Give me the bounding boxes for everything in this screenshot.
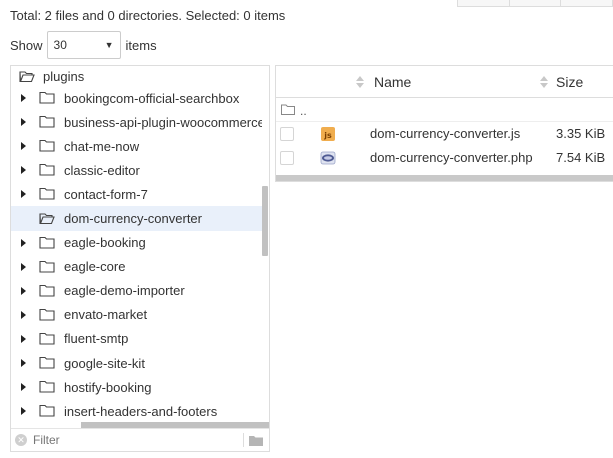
tree-item[interactable]: fluent-smtp: [11, 327, 262, 351]
tree-item-label: chat-me-now: [64, 138, 140, 154]
expand-arrow-icon[interactable]: [21, 94, 26, 103]
row-checkbox[interactable]: [280, 151, 294, 165]
file-name[interactable]: dom-currency-converter.php: [370, 150, 533, 165]
expand-arrow-icon[interactable]: [21, 407, 26, 416]
filter-input[interactable]: [33, 430, 243, 450]
tree-item-label: fluent-smtp: [64, 331, 129, 347]
folder-open-icon: [39, 212, 55, 224]
tree-item[interactable]: eagle-core: [11, 255, 262, 279]
chevron-down-icon: ▼: [104, 40, 114, 50]
tree-filter-bar: ✕: [11, 428, 269, 451]
tree-item[interactable]: business-api-plugin-woocommerce: [11, 110, 262, 134]
tree-item-label: eagle-core: [64, 259, 126, 275]
tree-item-label: contact-form-7: [64, 186, 148, 202]
tree-item[interactable]: envato-market: [11, 303, 262, 327]
tree-item[interactable]: classic-editor: [11, 158, 262, 182]
parent-directory-row[interactable]: ..: [276, 98, 613, 122]
php-file-icon: [320, 151, 336, 165]
folder-icon: [39, 116, 55, 128]
sort-icon[interactable]: [356, 75, 364, 89]
sort-icon[interactable]: [540, 75, 548, 89]
expand-arrow-icon[interactable]: [21, 118, 26, 127]
expand-arrow-icon[interactable]: [21, 359, 26, 368]
tree-vertical-scrollbar[interactable]: [262, 186, 268, 256]
tree-item-label: google-site-kit: [64, 355, 145, 371]
file-name[interactable]: dom-currency-converter.js: [370, 126, 520, 141]
tree-item-label: eagle-demo-importer: [64, 283, 185, 299]
file-list-header: Name Size: [276, 66, 613, 98]
folder-icon: [39, 188, 55, 200]
expand-arrow-icon[interactable]: [21, 238, 26, 247]
folder-icon: [39, 405, 55, 417]
expand-arrow-icon[interactable]: [21, 383, 26, 392]
folder-open-icon: [19, 70, 35, 82]
expand-arrow-icon[interactable]: [21, 334, 26, 343]
tree-item[interactable]: contact-form-7: [11, 182, 262, 206]
column-header-size[interactable]: Size: [556, 74, 583, 90]
paging-control: Show 30 ▼ items: [10, 31, 157, 59]
file-rows: js dom-currency-converter.js 3.35 KiB dom-c…: [276, 122, 613, 170]
top-tabs-strip: [457, 0, 613, 7]
row-checkbox[interactable]: [280, 127, 294, 141]
folder-icon: [39, 308, 55, 321]
tree-item[interactable]: google-site-kit: [11, 351, 262, 375]
folder-icon: [39, 357, 55, 369]
per-page-select[interactable]: 30 ▼: [46, 31, 121, 59]
tree-items: bookingcom-official-searchbox business-ap…: [11, 86, 262, 423]
tree-item[interactable]: bookingcom-official-searchbox: [11, 86, 262, 110]
js-file-icon: js: [321, 127, 335, 141]
folder-icon: [39, 381, 55, 393]
tree-item-label: eagle-booking: [64, 235, 146, 251]
folder-icon[interactable]: [249, 435, 263, 446]
expand-arrow-icon[interactable]: [21, 310, 26, 319]
filter-divider: [243, 433, 244, 447]
file-list-horizontal-scrollbar[interactable]: [276, 175, 613, 181]
folder-icon: [39, 260, 55, 273]
tree-item[interactable]: chat-me-now: [11, 134, 262, 158]
file-row[interactable]: js dom-currency-converter.js 3.35 KiB: [276, 122, 613, 146]
clear-filter-icon[interactable]: ✕: [15, 434, 27, 446]
tree-item-label: envato-market: [64, 307, 148, 323]
tree-item[interactable]: eagle-booking: [11, 231, 262, 255]
parent-directory-label: ..: [300, 104, 307, 118]
column-header-name[interactable]: Name: [374, 74, 411, 90]
folder-icon: [39, 236, 55, 249]
items-label: items: [125, 37, 157, 53]
tree-item[interactable]: insert-headers-and-footers: [11, 399, 262, 423]
svg-text:js: js: [323, 131, 332, 140]
folder-icon: [39, 140, 55, 152]
tree-item-label: business-api-plugin-woocommerce: [64, 114, 262, 130]
file-size: 7.54 KiB: [556, 150, 606, 165]
tree-item-label: dom-currency-converter: [64, 211, 202, 227]
tree-root-label: plugins: [43, 68, 85, 84]
tree-item[interactable]: hostify-booking: [11, 375, 262, 399]
folder-icon: [39, 91, 55, 104]
show-label: Show: [10, 37, 43, 53]
folder-icon: [281, 104, 295, 115]
expand-arrow-icon[interactable]: [21, 286, 26, 295]
folder-icon: [39, 284, 55, 297]
per-page-value: 30: [53, 38, 67, 52]
tree-item-label: hostify-booking: [64, 379, 152, 395]
tree-item-label: bookingcom-official-searchbox: [64, 90, 240, 106]
tree-root-item[interactable]: plugins: [11, 66, 262, 86]
file-list-panel: Name Size .. js dom-currency-converter.js…: [275, 65, 613, 182]
file-size: 3.35 KiB: [556, 126, 606, 141]
selection-summary: Total: 2 files and 0 directories. Select…: [10, 8, 286, 23]
folder-icon: [39, 332, 55, 345]
tree-item[interactable]: dom-currency-converter: [11, 206, 262, 231]
folder-tree-panel: plugins bookingcom-official-searchbox bus…: [10, 65, 270, 452]
expand-arrow-icon[interactable]: [21, 190, 26, 199]
file-row[interactable]: dom-currency-converter.php 7.54 KiB: [276, 146, 613, 170]
expand-arrow-icon[interactable]: [21, 262, 26, 271]
folder-tree: plugins bookingcom-official-searchbox bus…: [11, 66, 262, 423]
expand-arrow-icon[interactable]: [21, 166, 26, 175]
expand-arrow-icon[interactable]: [21, 142, 26, 151]
tree-item[interactable]: eagle-demo-importer: [11, 279, 262, 303]
tree-item-label: insert-headers-and-footers: [64, 403, 218, 419]
folder-icon: [39, 164, 55, 176]
tree-item-label: classic-editor: [64, 162, 140, 178]
